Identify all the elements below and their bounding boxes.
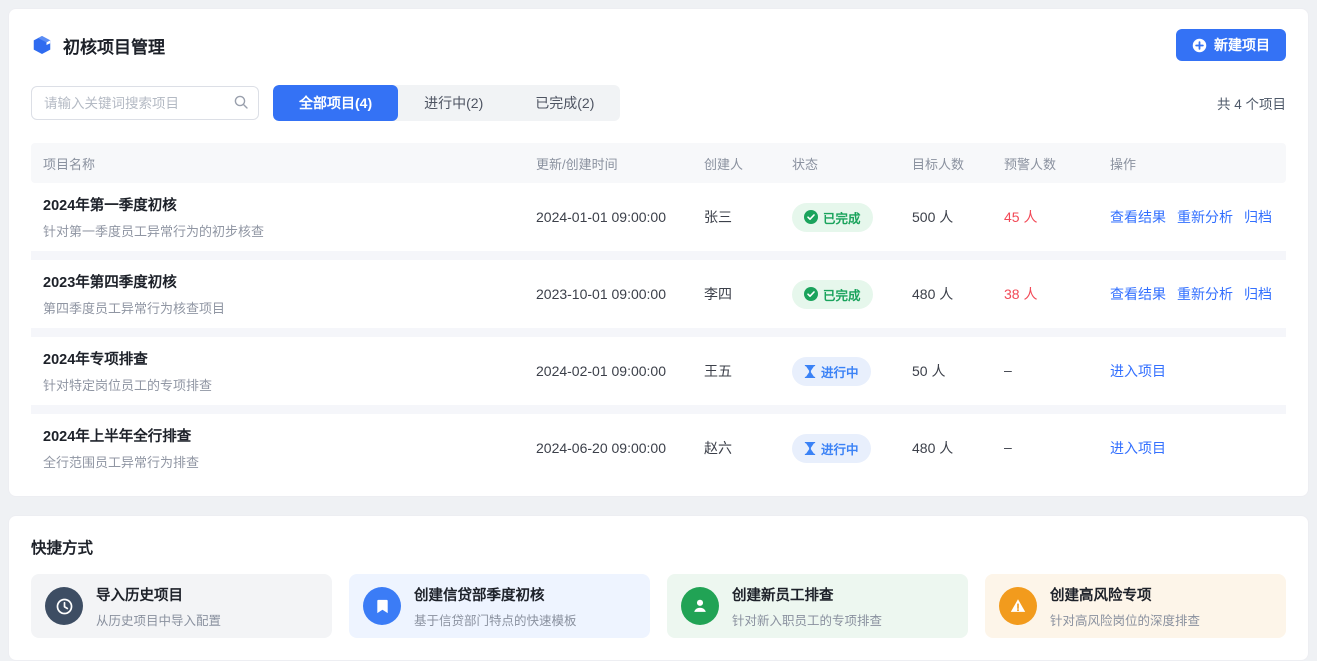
warning-icon (999, 587, 1037, 625)
total-project-count: 共 4 个项目 (1217, 93, 1286, 113)
col-header-actions: 操作 (1110, 154, 1286, 173)
shortcuts-panel: 快捷方式 导入历史项目 从历史项目中导入配置 创建信贷部季度初核 (8, 515, 1309, 661)
hourglass-icon (804, 365, 816, 378)
view-results-link[interactable]: 查看结果 (1110, 209, 1166, 225)
search-icon (233, 94, 249, 115)
col-header-creator: 创建人 (704, 154, 792, 173)
shortcut-credit-dept-review[interactable]: 创建信贷部季度初核 基于信贷部门特点的快速模板 (349, 574, 650, 638)
shortcut-high-risk-special[interactable]: 创建高风险专项 针对高风险岗位的深度排查 (985, 574, 1286, 638)
project-time: 2024-02-01 09:00:00 (536, 363, 704, 379)
warning-count: – (1004, 362, 1012, 378)
project-name: 2023年第四季度初核 (43, 271, 536, 292)
shortcut-desc-text: 从历史项目中导入配置 (96, 610, 221, 629)
status-badge: 进行中 (792, 434, 871, 463)
shortcut-new-employee-check[interactable]: 创建新员工排查 针对新入职员工的专项排查 (667, 574, 968, 638)
project-time: 2023-10-01 09:00:00 (536, 286, 704, 302)
project-creator: 张三 (704, 207, 792, 227)
table-header-row: 项目名称 更新/创建时间 创建人 状态 目标人数 预警人数 操作 (31, 143, 1286, 183)
col-header-time: 更新/创建时间 (536, 154, 704, 173)
col-header-status: 状态 (792, 154, 912, 173)
target-count: 50 人 (912, 361, 1004, 381)
clock-icon (45, 587, 83, 625)
view-results-link[interactable]: 查看结果 (1110, 286, 1166, 302)
enter-project-link[interactable]: 进入项目 (1110, 363, 1166, 379)
tab-in-progress[interactable]: 进行中(2) (398, 85, 509, 121)
shortcuts-title: 快捷方式 (31, 536, 1286, 558)
col-header-target: 目标人数 (912, 154, 1004, 173)
archive-link[interactable]: 归档 (1244, 209, 1272, 225)
page-header: 初核项目管理 新建项目 (31, 29, 1286, 61)
toolbar: 全部项目(4) 进行中(2) 已完成(2) 共 4 个项目 (31, 85, 1286, 121)
warning-count: 45 人 (1004, 209, 1037, 225)
status-badge: 已完成 (792, 280, 873, 309)
project-time: 2024-06-20 09:00:00 (536, 440, 704, 456)
bookmark-icon (363, 587, 401, 625)
project-name: 2024年第一季度初核 (43, 194, 536, 215)
project-description: 针对特定岗位员工的专项排查 (43, 375, 536, 394)
project-description: 全行范围员工异常行为排查 (43, 452, 536, 471)
plus-circle-icon (1192, 38, 1207, 53)
warning-count: 38 人 (1004, 286, 1037, 302)
target-count: 480 人 (912, 284, 1004, 304)
project-description: 第四季度员工异常行为核查项目 (43, 298, 536, 317)
enter-project-link[interactable]: 进入项目 (1110, 440, 1166, 456)
cube-icon (31, 34, 53, 56)
project-creator: 赵六 (704, 438, 792, 458)
project-filter-tabs: 全部项目(4) 进行中(2) 已完成(2) (273, 85, 620, 121)
shortcut-desc-text: 针对高风险岗位的深度排查 (1050, 610, 1200, 629)
status-badge: 进行中 (792, 357, 871, 386)
project-name: 2024年上半年全行排查 (43, 425, 536, 446)
shortcut-title-text: 创建高风险专项 (1050, 584, 1200, 605)
page-title: 初核项目管理 (63, 33, 165, 58)
reanalyze-link[interactable]: 重新分析 (1177, 286, 1233, 302)
archive-link[interactable]: 归档 (1244, 286, 1272, 302)
search-input[interactable] (31, 86, 259, 120)
reanalyze-link[interactable]: 重新分析 (1177, 209, 1233, 225)
table-row: 2024年上半年全行排查 全行范围员工异常行为排查 2024-06-20 09:… (31, 414, 1286, 482)
project-management-panel: 初核项目管理 新建项目 全部项目(4) 进行中(2) (8, 8, 1309, 497)
project-description: 针对第一季度员工异常行为的初步核查 (43, 221, 536, 240)
status-badge: 已完成 (792, 203, 873, 232)
shortcut-import-history[interactable]: 导入历史项目 从历史项目中导入配置 (31, 574, 332, 638)
warning-count: – (1004, 439, 1012, 455)
col-header-warning: 预警人数 (1004, 154, 1110, 173)
col-header-name: 项目名称 (31, 154, 536, 173)
search-box (31, 86, 259, 120)
project-creator: 李四 (704, 284, 792, 304)
shortcut-title-text: 创建信贷部季度初核 (414, 584, 577, 605)
table-body: 2024年第一季度初核 针对第一季度员工异常行为的初步核查 2024-01-01… (31, 183, 1286, 482)
project-table: 项目名称 更新/创建时间 创建人 状态 目标人数 预警人数 操作 2024年第一… (31, 143, 1286, 482)
table-row: 2024年专项排查 针对特定岗位员工的专项排查 2024-02-01 09:00… (31, 337, 1286, 405)
shortcut-title-text: 导入历史项目 (96, 584, 221, 605)
project-time: 2024-01-01 09:00:00 (536, 209, 704, 225)
project-creator: 王五 (704, 361, 792, 381)
check-circle-icon (804, 210, 818, 224)
tab-all-projects[interactable]: 全部项目(4) (273, 85, 398, 121)
check-circle-icon (804, 287, 818, 301)
person-icon (681, 587, 719, 625)
shortcut-title-text: 创建新员工排查 (732, 584, 882, 605)
tab-completed[interactable]: 已完成(2) (509, 85, 620, 121)
project-name: 2024年专项排查 (43, 348, 536, 369)
table-row: 2023年第四季度初核 第四季度员工异常行为核查项目 2023-10-01 09… (31, 260, 1286, 328)
table-row: 2024年第一季度初核 针对第一季度员工异常行为的初步核查 2024-01-01… (31, 183, 1286, 251)
hourglass-icon (804, 442, 816, 455)
target-count: 500 人 (912, 207, 1004, 227)
shortcut-desc-text: 针对新入职员工的专项排查 (732, 610, 882, 629)
shortcut-desc-text: 基于信贷部门特点的快速模板 (414, 610, 577, 629)
target-count: 480 人 (912, 438, 1004, 458)
new-project-button[interactable]: 新建项目 (1176, 29, 1286, 61)
